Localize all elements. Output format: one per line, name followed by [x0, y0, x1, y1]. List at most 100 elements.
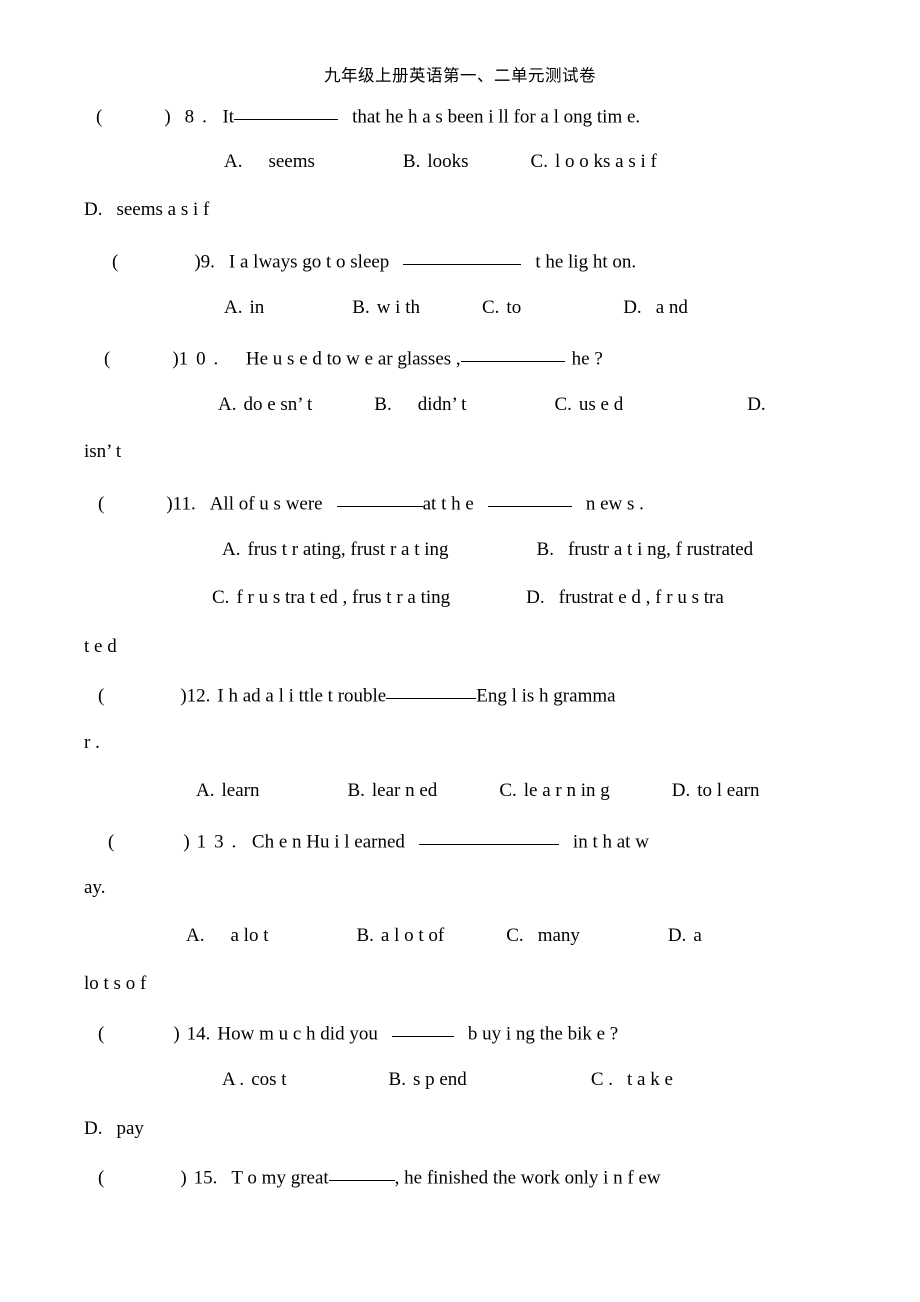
q9-option-b-key: B. [352, 297, 370, 318]
q8-option-c-key: C. [530, 151, 548, 172]
question-11-stem: ()11. All of u s were at t h en ew s . [98, 492, 644, 513]
q13-option-d-text[interactable]: a [693, 926, 701, 945]
q8-option-a-text[interactable]: seems [268, 152, 314, 171]
q9-marker-open: ( [112, 251, 119, 273]
q10-option-a-text[interactable]: do e sn’ t [243, 395, 312, 414]
q13-option-d-wrap-text[interactable]: lo t s o f [84, 973, 146, 994]
q8-blank[interactable] [234, 105, 339, 121]
q13-stem-wrap-text: ay. [84, 877, 106, 898]
q8-number: 8 . [184, 106, 209, 128]
question-10-stem: ()1 0 . He u s e d to w e ar glasses , he … [104, 347, 603, 368]
q12-option-a-text[interactable]: learn [221, 781, 259, 800]
q13-option-a-key: A. [186, 925, 205, 946]
q11-stem-before: All of u s were [209, 493, 323, 515]
q13-stem-after: in t h at w [572, 831, 649, 853]
q10-option-b-text[interactable]: didn’ t [418, 395, 467, 414]
q10-marker-open: ( [104, 348, 111, 370]
q11-number: 11. [172, 493, 196, 515]
page-title: 九年级上册英语第一、二单元测试卷 [324, 66, 596, 85]
q12-stem-wrap-text: r . [84, 732, 100, 753]
q15-marker-open: ( [98, 1167, 105, 1189]
q15-stem-before: T o my great [231, 1167, 329, 1189]
q12-option-d-key: D. [671, 780, 691, 801]
question-14-options-wrap: D. pay [84, 1119, 144, 1138]
q12-option-c-text[interactable]: le a r n in g [524, 781, 610, 800]
question-10-options-wrap: isn’ t [84, 442, 121, 461]
q14-option-b-key: B. [388, 1069, 406, 1090]
q14-stem-after: b uy i ng the bik e ? [467, 1023, 619, 1045]
q14-option-a-text[interactable]: cos t [251, 1070, 286, 1089]
q14-option-d-text[interactable]: pay [116, 1118, 143, 1139]
q9-blank[interactable] [403, 250, 522, 266]
q11-blank-1[interactable] [336, 492, 423, 508]
q12-stem-before: I h ad a l i ttle t rouble [217, 685, 387, 707]
q14-blank[interactable] [391, 1022, 454, 1038]
q11-blank-2[interactable] [487, 492, 572, 508]
q14-option-a-key: A . [222, 1069, 245, 1090]
q11-option-a-text[interactable]: frus t r ating, frust r a t ing [247, 540, 448, 559]
question-10-options: A. do e sn’ t B. didn’ t C. us e d D. [218, 395, 766, 414]
q9-option-a-key: A. [224, 297, 243, 318]
q12-option-d-text[interactable]: to l earn [697, 781, 759, 800]
q11-option-a-key: A. [222, 539, 241, 560]
question-13-options-wrap: lo t s o f [84, 974, 146, 993]
q8-stem-after: that he h a s been i ll for a l ong tim … [352, 106, 641, 128]
question-11-options-wrap: t e d [84, 637, 117, 656]
q8-option-d-text[interactable]: seems a s i f [116, 199, 209, 220]
question-8-stem: () 8 . It that he h a s been i ll for a l o… [96, 105, 640, 126]
question-12-options: A. learn B. lear n ed C. le a r n in g D. to l … [196, 781, 760, 800]
question-13-options: A. a lo t B. a l o t of C. many D. a [186, 926, 702, 945]
q11-option-d-wrap-text[interactable]: t e d [84, 636, 117, 657]
q15-stem-after: , he finished the work only i n f ew [394, 1167, 661, 1189]
q13-blank[interactable] [418, 830, 559, 846]
q11-stem-mid: at t h e [422, 493, 474, 515]
q13-stem-before: Ch e n Hu i l earned [251, 831, 405, 853]
q13-option-c-text[interactable]: many [538, 926, 580, 945]
q10-stem-before: He u s e d to w e ar glasses , [245, 348, 461, 370]
q15-blank[interactable] [328, 1166, 395, 1182]
q15-number: 15. [193, 1167, 218, 1189]
q14-marker-open: ( [98, 1023, 105, 1045]
q13-option-b-text[interactable]: a l o t of [381, 926, 444, 945]
q8-option-c-text[interactable]: l o o ks a s i f [555, 152, 657, 171]
q9-option-d-text[interactable]: a nd [656, 298, 688, 317]
q14-option-c-text[interactable]: t a k e [627, 1070, 673, 1089]
q10-blank[interactable] [460, 347, 565, 363]
q12-option-b-text[interactable]: lear n ed [372, 781, 437, 800]
q14-marker-close: ) [173, 1023, 180, 1045]
q9-option-a-text[interactable]: in [249, 298, 264, 317]
q10-option-c-text[interactable]: us e d [579, 395, 623, 414]
q12-blank[interactable] [386, 684, 477, 700]
q9-number: 9. [200, 251, 215, 273]
q15-marker-close: ) [180, 1167, 187, 1189]
q8-marker-close: ) [164, 106, 171, 128]
question-12-stem: ()12. I h ad a l i ttle t rouble Eng l is … [98, 684, 616, 705]
question-8-options: A. seems B. looks C. l o o ks a s i f [224, 152, 657, 171]
question-9-options: A. in B. w i th C. to D. a nd [224, 298, 688, 317]
q11-option-b-text[interactable]: frustr a t i ng, f rustrated [568, 540, 753, 559]
q13-option-a-text[interactable]: a lo t [230, 926, 268, 945]
q8-option-b-text[interactable]: looks [427, 152, 468, 171]
q12-marker-open: ( [98, 685, 105, 707]
q9-option-b-text[interactable]: w i th [377, 298, 420, 317]
q14-option-b-text[interactable]: s p end [413, 1070, 467, 1089]
q13-marker-close: ) [183, 831, 190, 853]
q11-stem-after: n ew s . [585, 493, 644, 515]
q8-option-b-key: B. [402, 151, 421, 172]
q10-option-a-key: A. [218, 394, 237, 415]
q10-option-d-text[interactable]: isn’ t [84, 441, 121, 462]
q10-option-b-key: B. [374, 394, 392, 415]
q13-option-d-key: D. [667, 925, 687, 946]
q11-marker-open: ( [98, 493, 105, 515]
q9-option-c-key: C. [481, 297, 500, 318]
question-11-options-row2: C. f r u s tra t ed , frus t r a ting D. fr… [212, 588, 724, 607]
q10-option-d-key: D. [747, 394, 766, 415]
question-11-options-row1: A. frus t r ating, frust r a t ing B. frust… [222, 540, 753, 559]
document-page: 九年级上册英语第一、二单元测试卷 () 8 . It that he h a s be… [0, 0, 920, 1302]
q11-option-c-text[interactable]: f r u s tra t ed , frus t r a ting [236, 588, 450, 607]
q9-option-c-text[interactable]: to [506, 298, 521, 317]
q11-option-d-text[interactable]: frustrat e d , f r u s tra [559, 588, 724, 607]
q10-option-c-key: C. [554, 394, 572, 415]
q10-number: 1 0 . [178, 348, 220, 370]
question-8-options-wrap: D. seems a s i f [84, 200, 209, 219]
